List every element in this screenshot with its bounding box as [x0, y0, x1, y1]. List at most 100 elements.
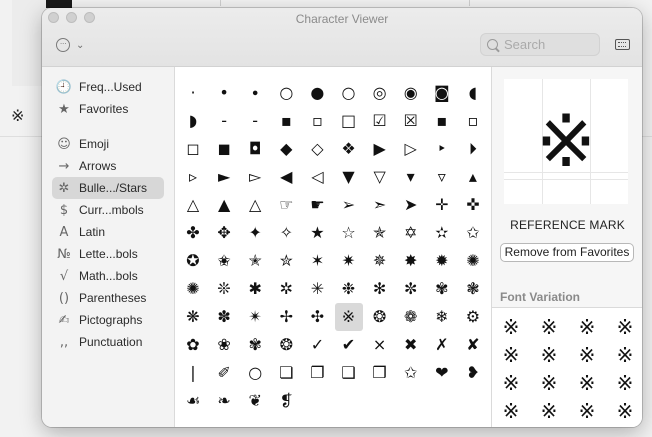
sidebar-item[interactable]: № Lette...bols: [52, 243, 164, 265]
glyph-cell[interactable]: ✩: [459, 219, 487, 247]
glyph-cell[interactable]: ✛: [428, 191, 456, 219]
glyph-cell[interactable]: ✖: [397, 331, 425, 359]
search-input[interactable]: [504, 37, 594, 52]
glyph-cell[interactable]: ◀: [272, 163, 300, 191]
glyph-cell[interactable]: △: [179, 191, 207, 219]
glyph-cell[interactable]: ☛: [303, 191, 331, 219]
glyph-cell[interactable]: ◖: [459, 79, 487, 107]
font-variation-cell[interactable]: ※: [572, 342, 602, 368]
glyph-cell[interactable]: -: [241, 107, 269, 135]
glyph-cell[interactable]: ❦: [241, 387, 269, 415]
font-variation-cell[interactable]: ※: [496, 342, 526, 368]
sidebar-item[interactable]: ✲ Bulle.../Stars: [52, 177, 164, 199]
keyboard-viewer-icon[interactable]: [615, 39, 630, 50]
glyph-cell[interactable]: ❑: [335, 359, 363, 387]
sidebar-item[interactable]: ,, Punctuation: [52, 331, 164, 353]
glyph-cell[interactable]: ❁: [397, 303, 425, 331]
glyph-cell[interactable]: ▷: [397, 135, 425, 163]
glyph-cell[interactable]: ✣: [303, 303, 331, 331]
glyph-cell[interactable]: ✸: [397, 247, 425, 275]
glyph-cell[interactable]: ·: [179, 79, 207, 107]
glyph-cell[interactable]: ❂: [272, 331, 300, 359]
glyph-cell[interactable]: ❃: [459, 275, 487, 303]
glyph-cell[interactable]: ➤: [397, 191, 425, 219]
font-variation-cell[interactable]: ※: [534, 370, 564, 396]
font-variation-cell[interactable]: ※: [496, 398, 526, 424]
glyph-cell[interactable]: ✜: [459, 191, 487, 219]
sidebar-item[interactable]: ★ Favorites: [52, 98, 164, 120]
glyph-cell[interactable]: ❧: [210, 387, 238, 415]
glyph-cell[interactable]: ◗: [179, 107, 207, 135]
glyph-cell[interactable]: ❤: [428, 359, 456, 387]
glyph-cell[interactable]: ✫: [428, 219, 456, 247]
glyph-cell[interactable]: ▼: [335, 163, 363, 191]
glyph-cell[interactable]: ▴: [459, 163, 487, 191]
sidebar-item[interactable]: ✍ Pictographs: [52, 309, 164, 331]
glyph-cell[interactable]: ◼: [210, 135, 238, 163]
glyph-cell[interactable]: ✓: [303, 331, 331, 359]
action-menu-button[interactable]: ··· ⌄: [56, 36, 92, 54]
glyph-cell[interactable]: ☞: [272, 191, 300, 219]
glyph-cell[interactable]: ✦: [241, 219, 269, 247]
glyph-cell[interactable]: ▪: [428, 107, 456, 135]
glyph-cell[interactable]: ✘: [459, 331, 487, 359]
glyph-cell[interactable]: ❏: [272, 359, 300, 387]
sidebar-item[interactable]: A Latin: [52, 221, 164, 243]
font-variation-cell[interactable]: ※: [610, 314, 640, 340]
font-variation-cell[interactable]: ※: [610, 426, 640, 427]
glyph-cell[interactable]: ☆: [335, 219, 363, 247]
glyph-cell[interactable]: ✥: [210, 219, 238, 247]
font-variation-cell[interactable]: ※: [610, 342, 640, 368]
sidebar-item[interactable]: √ Math...bols: [52, 265, 164, 287]
glyph-cell[interactable]: ◙: [428, 79, 456, 107]
glyph-cell[interactable]: ❡: [272, 387, 300, 415]
glyph-cell[interactable]: ✮: [272, 247, 300, 275]
glyph-cell[interactable]: ✳: [303, 275, 331, 303]
glyph-cell[interactable]: ▲: [210, 191, 238, 219]
glyph-cell[interactable]: ●: [303, 79, 331, 107]
glyph-cell[interactable]: ×: [366, 331, 394, 359]
glyph-cell[interactable]: ✺: [459, 247, 487, 275]
glyph-cell[interactable]: ○: [272, 79, 300, 107]
glyph-cell[interactable]: ◁: [303, 163, 331, 191]
glyph-cell[interactable]: □: [335, 107, 363, 135]
glyph-cell[interactable]: ❊: [210, 275, 238, 303]
glyph-cell[interactable]: ∙: [241, 79, 269, 107]
glyph-cell[interactable]: ➢: [335, 191, 363, 219]
font-variation-cell[interactable]: ※: [534, 426, 564, 427]
remove-from-favorites-button[interactable]: Remove from Favorites: [500, 243, 634, 262]
glyph-cell[interactable]: ⚙: [459, 303, 487, 331]
glyph-cell[interactable]: ✹: [428, 247, 456, 275]
glyph-cell[interactable]: ❂: [366, 303, 394, 331]
glyph-cell[interactable]: ○: [335, 79, 363, 107]
glyph-cell[interactable]: ❉: [335, 275, 363, 303]
glyph-cell[interactable]: ❥: [459, 359, 487, 387]
font-variation-cell[interactable]: ※: [610, 370, 640, 396]
glyph-cell[interactable]: ❖: [335, 135, 363, 163]
glyph-cell[interactable]: ‣: [428, 135, 456, 163]
glyph-cell[interactable]: ❘: [179, 359, 207, 387]
glyph-cell[interactable]: ◘: [241, 135, 269, 163]
glyph-cell[interactable]: ⏵: [459, 135, 487, 163]
glyph-cell[interactable]: ▫: [303, 107, 331, 135]
glyph-cell[interactable]: ✾: [241, 331, 269, 359]
glyph-cell[interactable]: ✡: [397, 219, 425, 247]
glyph-cell[interactable]: ✷: [335, 247, 363, 275]
glyph-cell[interactable]: ‐: [210, 107, 238, 135]
glyph-cell[interactable]: ✗: [428, 331, 456, 359]
glyph-cell[interactable]: ►: [210, 163, 238, 191]
glyph-cell[interactable]: ★: [303, 219, 331, 247]
glyph-cell[interactable]: ✧: [272, 219, 300, 247]
sidebar-item[interactable]: → Arrows: [52, 155, 164, 177]
glyph-cell[interactable]: ✱: [241, 275, 269, 303]
glyph-cell[interactable]: •: [210, 79, 238, 107]
glyph-cell[interactable]: ✻: [366, 275, 394, 303]
glyph-cell[interactable]: ❒: [366, 359, 394, 387]
glyph-cell[interactable]: ✿: [179, 331, 207, 359]
search-field[interactable]: [480, 33, 600, 56]
glyph-cell[interactable]: ✴: [241, 303, 269, 331]
glyph-cell[interactable]: ✐: [210, 359, 238, 387]
glyph-cell[interactable]: ◆: [272, 135, 300, 163]
glyph-cell[interactable]: ✩: [397, 359, 425, 387]
glyph-cell[interactable]: ◉: [397, 79, 425, 107]
